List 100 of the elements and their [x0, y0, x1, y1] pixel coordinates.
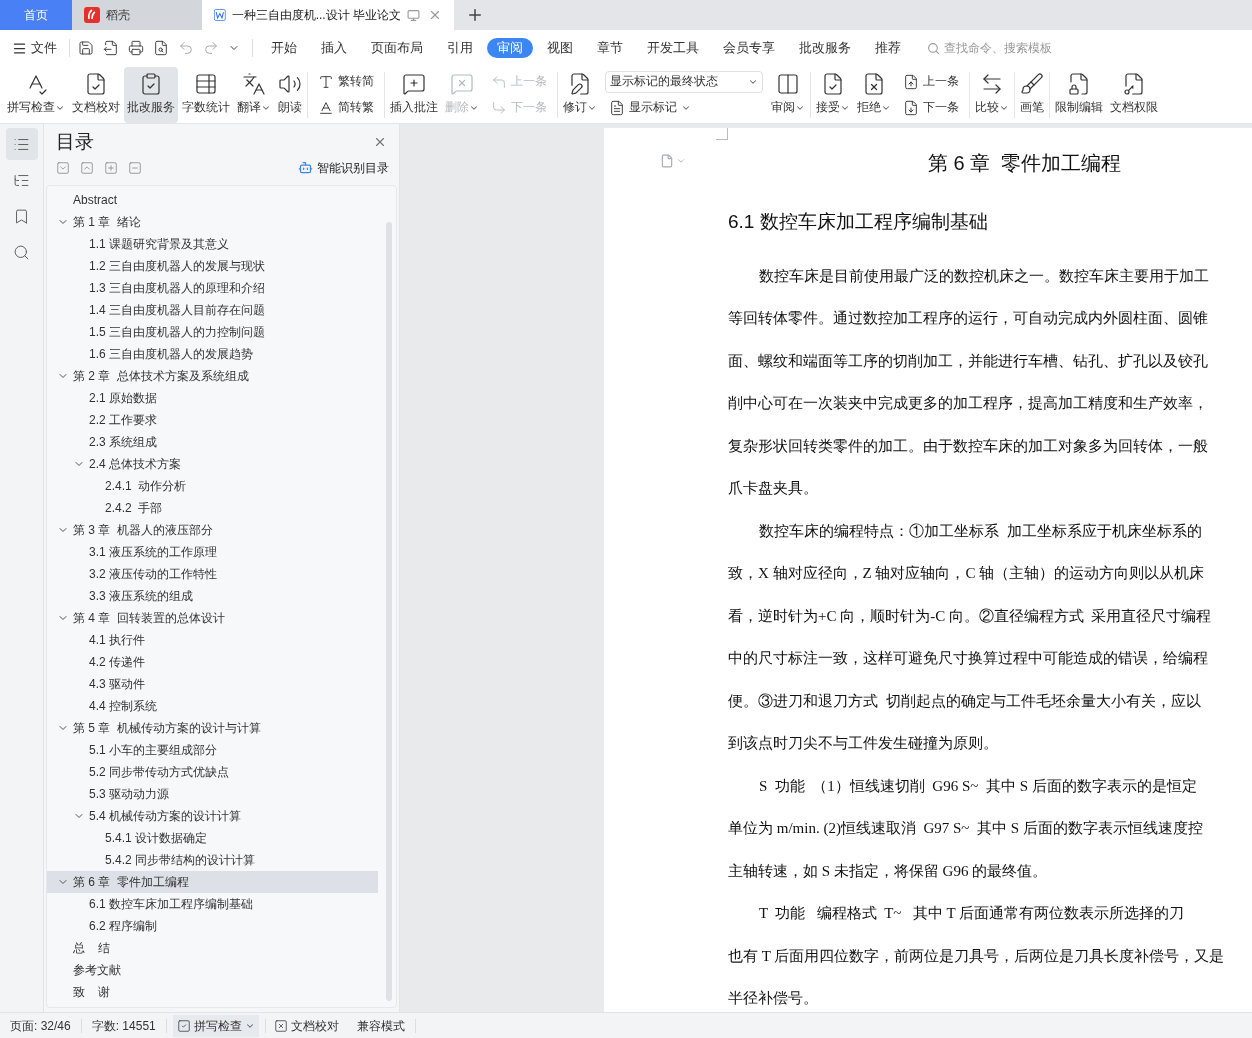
caret-icon[interactable]: [676, 156, 686, 166]
plus-icon[interactable]: [104, 160, 118, 175]
toc-item[interactable]: 第 4 章 回转装置的总体设计: [47, 606, 378, 629]
document-icon[interactable]: [660, 154, 674, 168]
toc-item[interactable]: 2.1 原始数据: [47, 386, 378, 409]
ribbon-tab[interactable]: 引用: [437, 38, 483, 58]
window-tab[interactable]: 一种三自由度机...设计 毕业论文: [202, 0, 454, 30]
ribbon-tab[interactable]: 章节: [587, 38, 633, 58]
toc-item[interactable]: 4.3 驱动件: [47, 672, 378, 695]
ribbon-tab[interactable]: 推荐: [865, 38, 911, 58]
file-menu[interactable]: 文件: [12, 38, 65, 58]
window-tab[interactable]: 首页: [0, 0, 72, 30]
window-tab[interactable]: 稻壳: [72, 0, 202, 30]
next-icon: [491, 99, 507, 116]
redo-icon[interactable]: [203, 40, 219, 56]
toc-item[interactable]: 3.2 液压传动的工作特性: [47, 562, 378, 585]
toc-item[interactable]: 4.2 传递件: [47, 650, 378, 673]
ribbon-tab[interactable]: 视图: [537, 38, 583, 58]
toc-item[interactable]: 第 5 章 机械传动方案的设计与计算: [47, 716, 378, 739]
ribbon-button[interactable]: 画笔: [1017, 66, 1047, 123]
ribbon-button[interactable]: 上一条: [899, 70, 963, 93]
toc-item[interactable]: 1.6 三自由度机器人的发展趋势: [47, 342, 378, 365]
proofread-button[interactable]: 文档校对: [265, 1016, 347, 1035]
ribbon-button[interactable]: 接受: [813, 66, 853, 123]
markup-select[interactable]: 显示标记的最终状态: [605, 70, 763, 93]
print-icon[interactable]: [128, 40, 144, 56]
collapse-icon[interactable]: [80, 160, 94, 175]
ribbon-tab[interactable]: 开始: [261, 38, 307, 58]
ribbon-button[interactable]: 显示标记: [605, 96, 763, 119]
toc-item[interactable]: 2.3 系统组成: [47, 430, 378, 453]
ribbon-button[interactable]: 繁转简: [314, 70, 378, 93]
ribbon-button[interactable]: 审阅: [768, 66, 808, 123]
toc-item[interactable]: 1.2 三自由度机器人的发展与现状: [47, 254, 378, 277]
toc-item[interactable]: 5.3 驱动动力源: [47, 782, 378, 805]
toc-item[interactable]: 参考文献: [47, 958, 378, 981]
toc-item[interactable]: 5.2 同步带传动方式优缺点: [47, 760, 378, 783]
smart-toc-link[interactable]: 智能识别目录: [298, 158, 389, 177]
ribbon-button[interactable]: 朗读: [275, 66, 305, 123]
undo-icon[interactable]: [178, 40, 194, 56]
toc-item[interactable]: 1.1 课题研究背景及其意义: [47, 232, 378, 255]
ribbon-button[interactable]: 拒绝: [854, 66, 894, 123]
toc-item[interactable]: 1.5 三自由度机器人的力控制问题: [47, 320, 378, 343]
ribbon-button[interactable]: 批改服务: [124, 66, 178, 123]
document-key-icon: [1122, 72, 1146, 97]
ribbon-button[interactable]: 文档校对: [69, 66, 123, 123]
ribbon-button[interactable]: 简转繁: [314, 96, 378, 119]
compat-mode: 兼容模式: [355, 1017, 406, 1035]
rail-button[interactable]: [5, 128, 38, 160]
toc-item[interactable]: 3.3 液压系统的组成: [47, 584, 378, 607]
ribbon-button[interactable]: 修订: [560, 66, 600, 123]
toc-item[interactable]: 1.3 三自由度机器人的原理和介绍: [47, 276, 378, 299]
toc-item[interactable]: 3.1 液压系统的工作原理: [47, 540, 378, 563]
ribbon-tab[interactable]: 插入: [311, 38, 357, 58]
toc-item[interactable]: 5.4 机械传动方案的设计计算: [47, 804, 378, 827]
toc-item[interactable]: 1.4 三自由度机器人目前存在问题: [47, 298, 378, 321]
toc-item[interactable]: Abstract: [47, 188, 378, 211]
ribbon-button[interactable]: 比较: [972, 66, 1012, 123]
ribbon-tab[interactable]: 页面布局: [361, 38, 433, 58]
ribbon-tab[interactable]: 批改服务: [789, 38, 861, 58]
toc-item[interactable]: 第 2 章 总体技术方案及系统组成: [47, 364, 378, 387]
ribbon-tab[interactable]: 审阅: [487, 38, 533, 58]
paragraph-line: 致，X 轴对应径向，Z 轴对应轴向，C 轴（主轴）的运动方向则以从机床: [728, 564, 1206, 583]
ribbon-button[interactable]: 拼写检查: [4, 66, 68, 123]
toc-item[interactable]: 第 1 章 绪论: [47, 210, 378, 233]
toc-item[interactable]: 6.2 程序编制: [47, 914, 378, 937]
toc-item[interactable]: 4.4 控制系统: [47, 694, 378, 717]
toc-item[interactable]: 总 结: [47, 936, 378, 959]
save-icon[interactable]: [78, 40, 94, 56]
ribbon-button[interactable]: 字数统计: [179, 66, 233, 123]
toc-item[interactable]: 2.4 总体技术方案: [47, 452, 378, 475]
toc-item[interactable]: 2.4.2 手部: [47, 496, 378, 519]
tab-title: 一种三自由度机...设计 毕业论文: [231, 7, 401, 24]
ribbon-tab[interactable]: 开发工具: [637, 38, 709, 58]
ribbon-button[interactable]: 插入批注: [387, 66, 441, 123]
toc-item[interactable]: 4.1 执行件: [47, 628, 378, 651]
toc-item[interactable]: 致 谢: [47, 980, 378, 1003]
toc-item[interactable]: 2.4.1 动作分析: [47, 474, 378, 497]
toc-item[interactable]: 5.4.1 设计数据确定: [47, 826, 378, 849]
new-tab-icon[interactable]: [466, 6, 484, 24]
close-icon[interactable]: [428, 8, 442, 22]
ribbon-button[interactable]: 下一条: [899, 96, 963, 119]
scrollbar[interactable]: [386, 221, 392, 1001]
toc-item[interactable]: 5.4.2 同步带结构的设计计算: [47, 848, 378, 871]
toc-item[interactable]: 5.1 小车的主要组成部分: [47, 738, 378, 761]
expand-icon[interactable]: [56, 160, 70, 175]
bookmark-icon: [13, 207, 30, 225]
command-search-field[interactable]: 查找命令、搜索模板: [927, 39, 1084, 57]
ribbon-button[interactable]: 翻译: [234, 66, 274, 123]
export-icon[interactable]: [103, 40, 119, 56]
spell-check-button[interactable]: 拼写检查: [172, 1014, 259, 1037]
toc-item[interactable]: 第 3 章 机器人的液压部分: [47, 518, 378, 541]
ribbon-tab[interactable]: 会员专享: [713, 38, 785, 58]
preview-icon[interactable]: [153, 40, 169, 56]
ribbon-button[interactable]: 文档权限: [1107, 66, 1161, 123]
toc-item[interactable]: 6.1 数控车床加工程序编制基础: [47, 892, 378, 915]
table-icon: [194, 72, 218, 97]
minus-icon[interactable]: [128, 160, 142, 175]
ribbon-button[interactable]: 限制编辑: [1052, 66, 1106, 123]
toc-item[interactable]: 2.2 工作要求: [47, 408, 378, 431]
toc-item[interactable]: 第 6 章 零件加工编程: [47, 870, 378, 893]
